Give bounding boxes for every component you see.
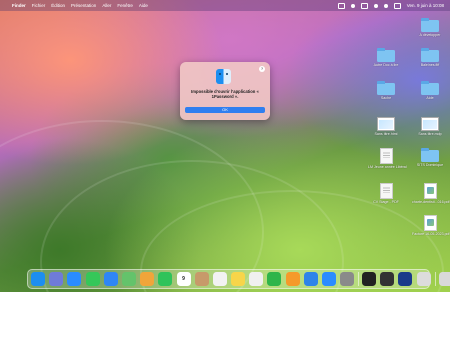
menu-edit[interactable]: Édition [51, 3, 65, 8]
dock-separator [358, 272, 359, 286]
dock-finder-icon[interactable] [31, 272, 45, 286]
alert-dialog: ? Impossible d’ouvrir l’application « 1P… [180, 62, 270, 120]
dock-app-store-icon[interactable] [322, 272, 336, 286]
spotlight-icon[interactable] [384, 4, 388, 8]
dock-mail-icon[interactable] [104, 272, 118, 286]
desktop-item-label: Sans titre.html [368, 132, 404, 136]
dock-system-settings-icon[interactable] [340, 272, 354, 286]
dock-notes-icon[interactable] [231, 272, 245, 286]
folder-icon [421, 150, 439, 162]
menu-help[interactable]: Aide [139, 3, 148, 8]
dock-pages-icon[interactable] [286, 272, 300, 286]
desktop-item-label: charte-dentisti...016.pdf [412, 200, 448, 204]
screen-mirroring-icon[interactable] [338, 3, 345, 9]
dock-activity-monitor-icon[interactable] [380, 272, 394, 286]
dock-numbers-icon[interactable] [267, 272, 281, 286]
desktop-item[interactable]: Baleines.fiff [412, 50, 448, 67]
dock-separator [435, 272, 436, 286]
screenshot-icon [377, 117, 395, 131]
desktop-item[interactable]: Sans titre.html [368, 117, 404, 136]
menu-window[interactable]: Fenêtre [117, 3, 133, 8]
desktop-item-label: Sache [368, 96, 404, 100]
menu-bar: Finder Fichier Édition Présentation Alle… [0, 0, 450, 11]
folder-icon [377, 50, 395, 62]
dock-launchpad-icon[interactable] [49, 272, 63, 286]
desktop-item[interactable]: SITS Dominique [412, 150, 448, 167]
desktop-item[interactable]: Aide [412, 83, 448, 100]
desktop-item[interactable]: LM Jeune année Libéral [368, 148, 404, 169]
folder-icon [421, 20, 439, 32]
menu-go[interactable]: Aller [102, 3, 111, 8]
menu-file[interactable]: Fichier [32, 3, 46, 8]
help-button[interactable]: ? [259, 66, 265, 72]
desktop-item[interactable]: A développer [412, 20, 448, 37]
document-icon [380, 148, 393, 164]
desktop-item-label: Aide [412, 96, 448, 100]
desktop-item[interactable]: Facture 16-05-2023.pdf [412, 215, 448, 236]
battery-icon[interactable] [361, 3, 368, 9]
pdf-icon [424, 215, 437, 231]
desktop-item[interactable]: Sache [368, 83, 404, 100]
desktop-item-label: Baleines.fiff [412, 63, 448, 67]
dock: 9 [27, 269, 430, 289]
desktop-item[interactable]: charte-dentisti...016.pdf [412, 183, 448, 204]
dock-maps-icon[interactable] [122, 272, 136, 286]
desktop-wallpaper [0, 0, 450, 292]
dock-facetime-icon[interactable] [158, 272, 172, 286]
dock-photos-icon[interactable] [140, 272, 154, 286]
folder-icon [421, 83, 439, 95]
dock-freeform-icon[interactable] [249, 272, 263, 286]
desktop-item-label: A développer [412, 33, 448, 37]
dock-calendar-icon[interactable]: 9 [177, 272, 191, 286]
finder-icon [216, 69, 231, 84]
desktop-item-label: LM Jeune année Libéral [368, 165, 404, 169]
alert-message: Impossible d’ouvrir l’application « 1Pas… [184, 89, 266, 99]
wifi-icon[interactable] [374, 4, 378, 8]
desktop-item[interactable]: CV Stage - PDF [368, 183, 404, 204]
desktop-item-label: Sans titre.mdp [412, 132, 448, 136]
ok-button[interactable]: OK [185, 107, 265, 113]
desktop-item-label: CV Stage - PDF [368, 200, 404, 204]
dock-terminal-icon[interactable] [362, 272, 376, 286]
control-center-icon[interactable] [394, 3, 401, 9]
desktop-item-label: Facture 16-05-2023.pdf [412, 232, 448, 236]
dock-safari-icon[interactable] [67, 272, 81, 286]
dock-messages-icon[interactable] [86, 272, 100, 286]
dock-preview-icon[interactable] [417, 272, 431, 286]
document-icon [380, 183, 393, 199]
desktop-item[interactable]: Autre Doc à lire [368, 50, 404, 67]
desktop-item-label: SITS Dominique [412, 163, 448, 167]
desktop-item[interactable]: Sans titre.mdp [412, 117, 448, 136]
desktop-item-label: Autre Doc à lire [368, 63, 404, 67]
screenshot-icon [421, 117, 439, 131]
pdf-icon [424, 183, 437, 199]
dock-keynote-icon[interactable] [304, 272, 318, 286]
dock-contacts-icon[interactable] [195, 272, 209, 286]
status-icon[interactable] [351, 4, 355, 8]
dock-reminders-icon[interactable] [213, 272, 227, 286]
menu-view[interactable]: Présentation [71, 3, 96, 8]
dock-1password-icon[interactable] [398, 272, 412, 286]
dock-trash-icon[interactable] [439, 272, 450, 286]
menu-app-name[interactable]: Finder [12, 3, 26, 8]
folder-icon [377, 83, 395, 95]
menu-clock[interactable]: Ven. 9 juin à 10:08 [407, 3, 444, 8]
folder-icon [421, 50, 439, 62]
